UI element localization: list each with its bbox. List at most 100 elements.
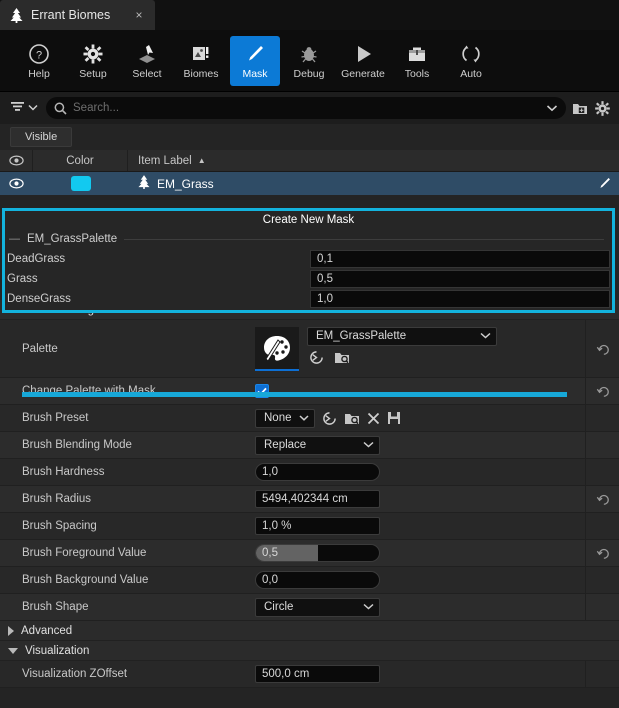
list-header: Color Item Label ▲: [0, 150, 619, 172]
add-folder-icon[interactable]: [572, 101, 588, 116]
collapse-icon: —: [9, 233, 20, 245]
toolbar-button-setup[interactable]: Setup: [68, 36, 118, 86]
palette-icon[interactable]: [255, 326, 299, 371]
chevron-down-icon: [8, 647, 18, 654]
property-label: Brush Spacing: [22, 520, 97, 532]
row-edit-brush-icon[interactable]: [589, 176, 619, 191]
close-icon[interactable]: [367, 412, 380, 425]
row-label-text: EM_Grass: [157, 176, 214, 191]
browse-icon[interactable]: [344, 411, 360, 426]
brush-spacing-input[interactable]: 1,0 %: [255, 517, 380, 535]
brush-preset-dropdown[interactable]: None: [255, 408, 315, 428]
search-box[interactable]: [46, 97, 566, 119]
filter-visible-button[interactable]: Visible: [10, 127, 73, 147]
palette-entry-name: Grass: [7, 273, 38, 285]
palette-entry-row: Grass 0,5: [5, 269, 612, 289]
palette-entry-value[interactable]: 1,0: [310, 290, 610, 308]
property-label: Brush Foreground Value: [22, 547, 147, 559]
section-visualization[interactable]: Visualization: [0, 641, 619, 661]
property-label: Brush Blending Mode: [22, 439, 132, 451]
toolbar-label: Select: [132, 67, 162, 80]
chevron-right-icon: [8, 625, 14, 636]
reset-icon[interactable]: [585, 486, 619, 512]
column-header-color[interactable]: Color: [33, 150, 128, 171]
close-icon[interactable]: ×: [131, 8, 147, 22]
save-icon[interactable]: [387, 411, 401, 425]
cursor-select-icon: [136, 42, 158, 66]
browse-icon[interactable]: [334, 350, 350, 365]
brush-hardness-input[interactable]: 1,0: [255, 463, 380, 481]
create-new-mask-title: Create New Mask: [262, 214, 355, 226]
play-icon: [352, 42, 374, 66]
reset-icon[interactable]: [585, 320, 619, 377]
toolbar-button-debug[interactable]: Debug: [284, 36, 334, 86]
toolbar-button-auto[interactable]: Auto: [446, 36, 496, 86]
row-color-swatch[interactable]: [33, 176, 128, 191]
search-input[interactable]: [73, 102, 540, 114]
brush-foreground-slider[interactable]: 0,5: [255, 544, 380, 562]
use-selected-icon[interactable]: [322, 411, 337, 426]
brush-hardness-value: 1,0: [262, 466, 278, 478]
brush-blending-mode-dropdown[interactable]: Replace: [255, 435, 380, 455]
palette-entry-value[interactable]: 0,1: [310, 250, 610, 268]
palette-entry-name: DenseGrass: [7, 293, 71, 305]
toolbar-button-generate[interactable]: Generate: [338, 36, 388, 86]
toolbar-button-select[interactable]: Select: [122, 36, 172, 86]
search-row: [0, 92, 619, 124]
table-row[interactable]: EM_Grass: [0, 172, 619, 195]
reset-placeholder: [585, 513, 619, 539]
palette-group-header[interactable]: — EM_GrassPalette: [5, 229, 612, 249]
tab-errant-biomes[interactable]: Errant Biomes ×: [0, 0, 155, 30]
reset-icon[interactable]: [585, 378, 619, 404]
tab-bar: Errant Biomes ×: [0, 0, 619, 30]
palette-entry-row: DeadGrass 0,1: [5, 249, 612, 269]
toolbar-label: Auto: [460, 67, 482, 80]
toolbar-button-mask[interactable]: Mask: [230, 35, 280, 86]
reset-icon[interactable]: [585, 540, 619, 566]
reset-placeholder: [585, 432, 619, 458]
brush-icon: [244, 42, 266, 66]
chevron-down-icon[interactable]: [546, 104, 558, 112]
property-row-palette: Palette EM_GrassPalette: [0, 320, 619, 378]
brush-shape-dropdown[interactable]: Circle: [255, 597, 380, 617]
row-visibility-toggle[interactable]: [0, 178, 33, 189]
use-selected-icon[interactable]: [309, 350, 324, 365]
toolbar-button-help[interactable]: ? Help: [14, 36, 64, 86]
property-label: Visualization ZOffset: [22, 668, 128, 680]
brush-blending-mode-value: Replace: [264, 439, 307, 451]
property-label: Brush Background Value: [22, 574, 149, 586]
toolbar-button-biomes[interactable]: Biomes: [176, 36, 226, 86]
filter-button[interactable]: [8, 97, 40, 120]
column-header-visibility[interactable]: [0, 150, 33, 171]
property-row-brush-preset: Brush Preset None: [0, 405, 619, 432]
property-row-brush-spacing: Brush Spacing 1,0 %: [0, 513, 619, 540]
brush-shape-value: Circle: [264, 601, 294, 613]
property-row-brush-hardness: Brush Hardness 1,0: [0, 459, 619, 486]
main-toolbar: ? Help Setup Select Biomes Mask Debug Ge…: [0, 30, 619, 92]
column-header-item-label[interactable]: Item Label ▲: [128, 150, 619, 171]
palette-entry-value[interactable]: 0,5: [310, 270, 610, 288]
filter-pill-row: Visible: [0, 124, 619, 150]
tab-title: Errant Biomes: [31, 8, 111, 22]
toolbar-label: Help: [28, 67, 50, 80]
refresh-icon: [460, 42, 482, 66]
property-row-visualization-zoffset: Visualization ZOffset 500,0 cm: [0, 661, 619, 688]
chevron-down-icon: [28, 103, 38, 113]
visualization-zoffset-input[interactable]: 500,0 cm: [255, 665, 380, 683]
visualization-zoffset-value: 500,0 cm: [262, 668, 310, 680]
property-label: Brush Hardness: [22, 466, 105, 478]
brush-radius-input[interactable]: 5494,402344 cm: [255, 490, 380, 508]
section-title: Advanced: [21, 624, 73, 637]
toolbar-button-tools[interactable]: Tools: [392, 36, 442, 86]
palette-dropdown[interactable]: EM_GrassPalette: [307, 326, 497, 346]
palette-entry-row: DenseGrass 1,0: [5, 289, 612, 309]
brush-background-value: 0,0: [262, 574, 278, 586]
toolbar-label: Generate: [341, 67, 385, 80]
property-label: Palette: [22, 342, 58, 355]
section-advanced[interactable]: Advanced: [0, 621, 619, 641]
brush-background-input[interactable]: 0,0: [255, 571, 380, 589]
gear-icon[interactable]: [594, 100, 611, 117]
errant-biomes-panel: Errant Biomes × ? Help Setup Select Biom…: [0, 0, 619, 708]
tree-icon: [138, 175, 150, 192]
brush-radius-value: 5494,402344 cm: [262, 493, 348, 505]
